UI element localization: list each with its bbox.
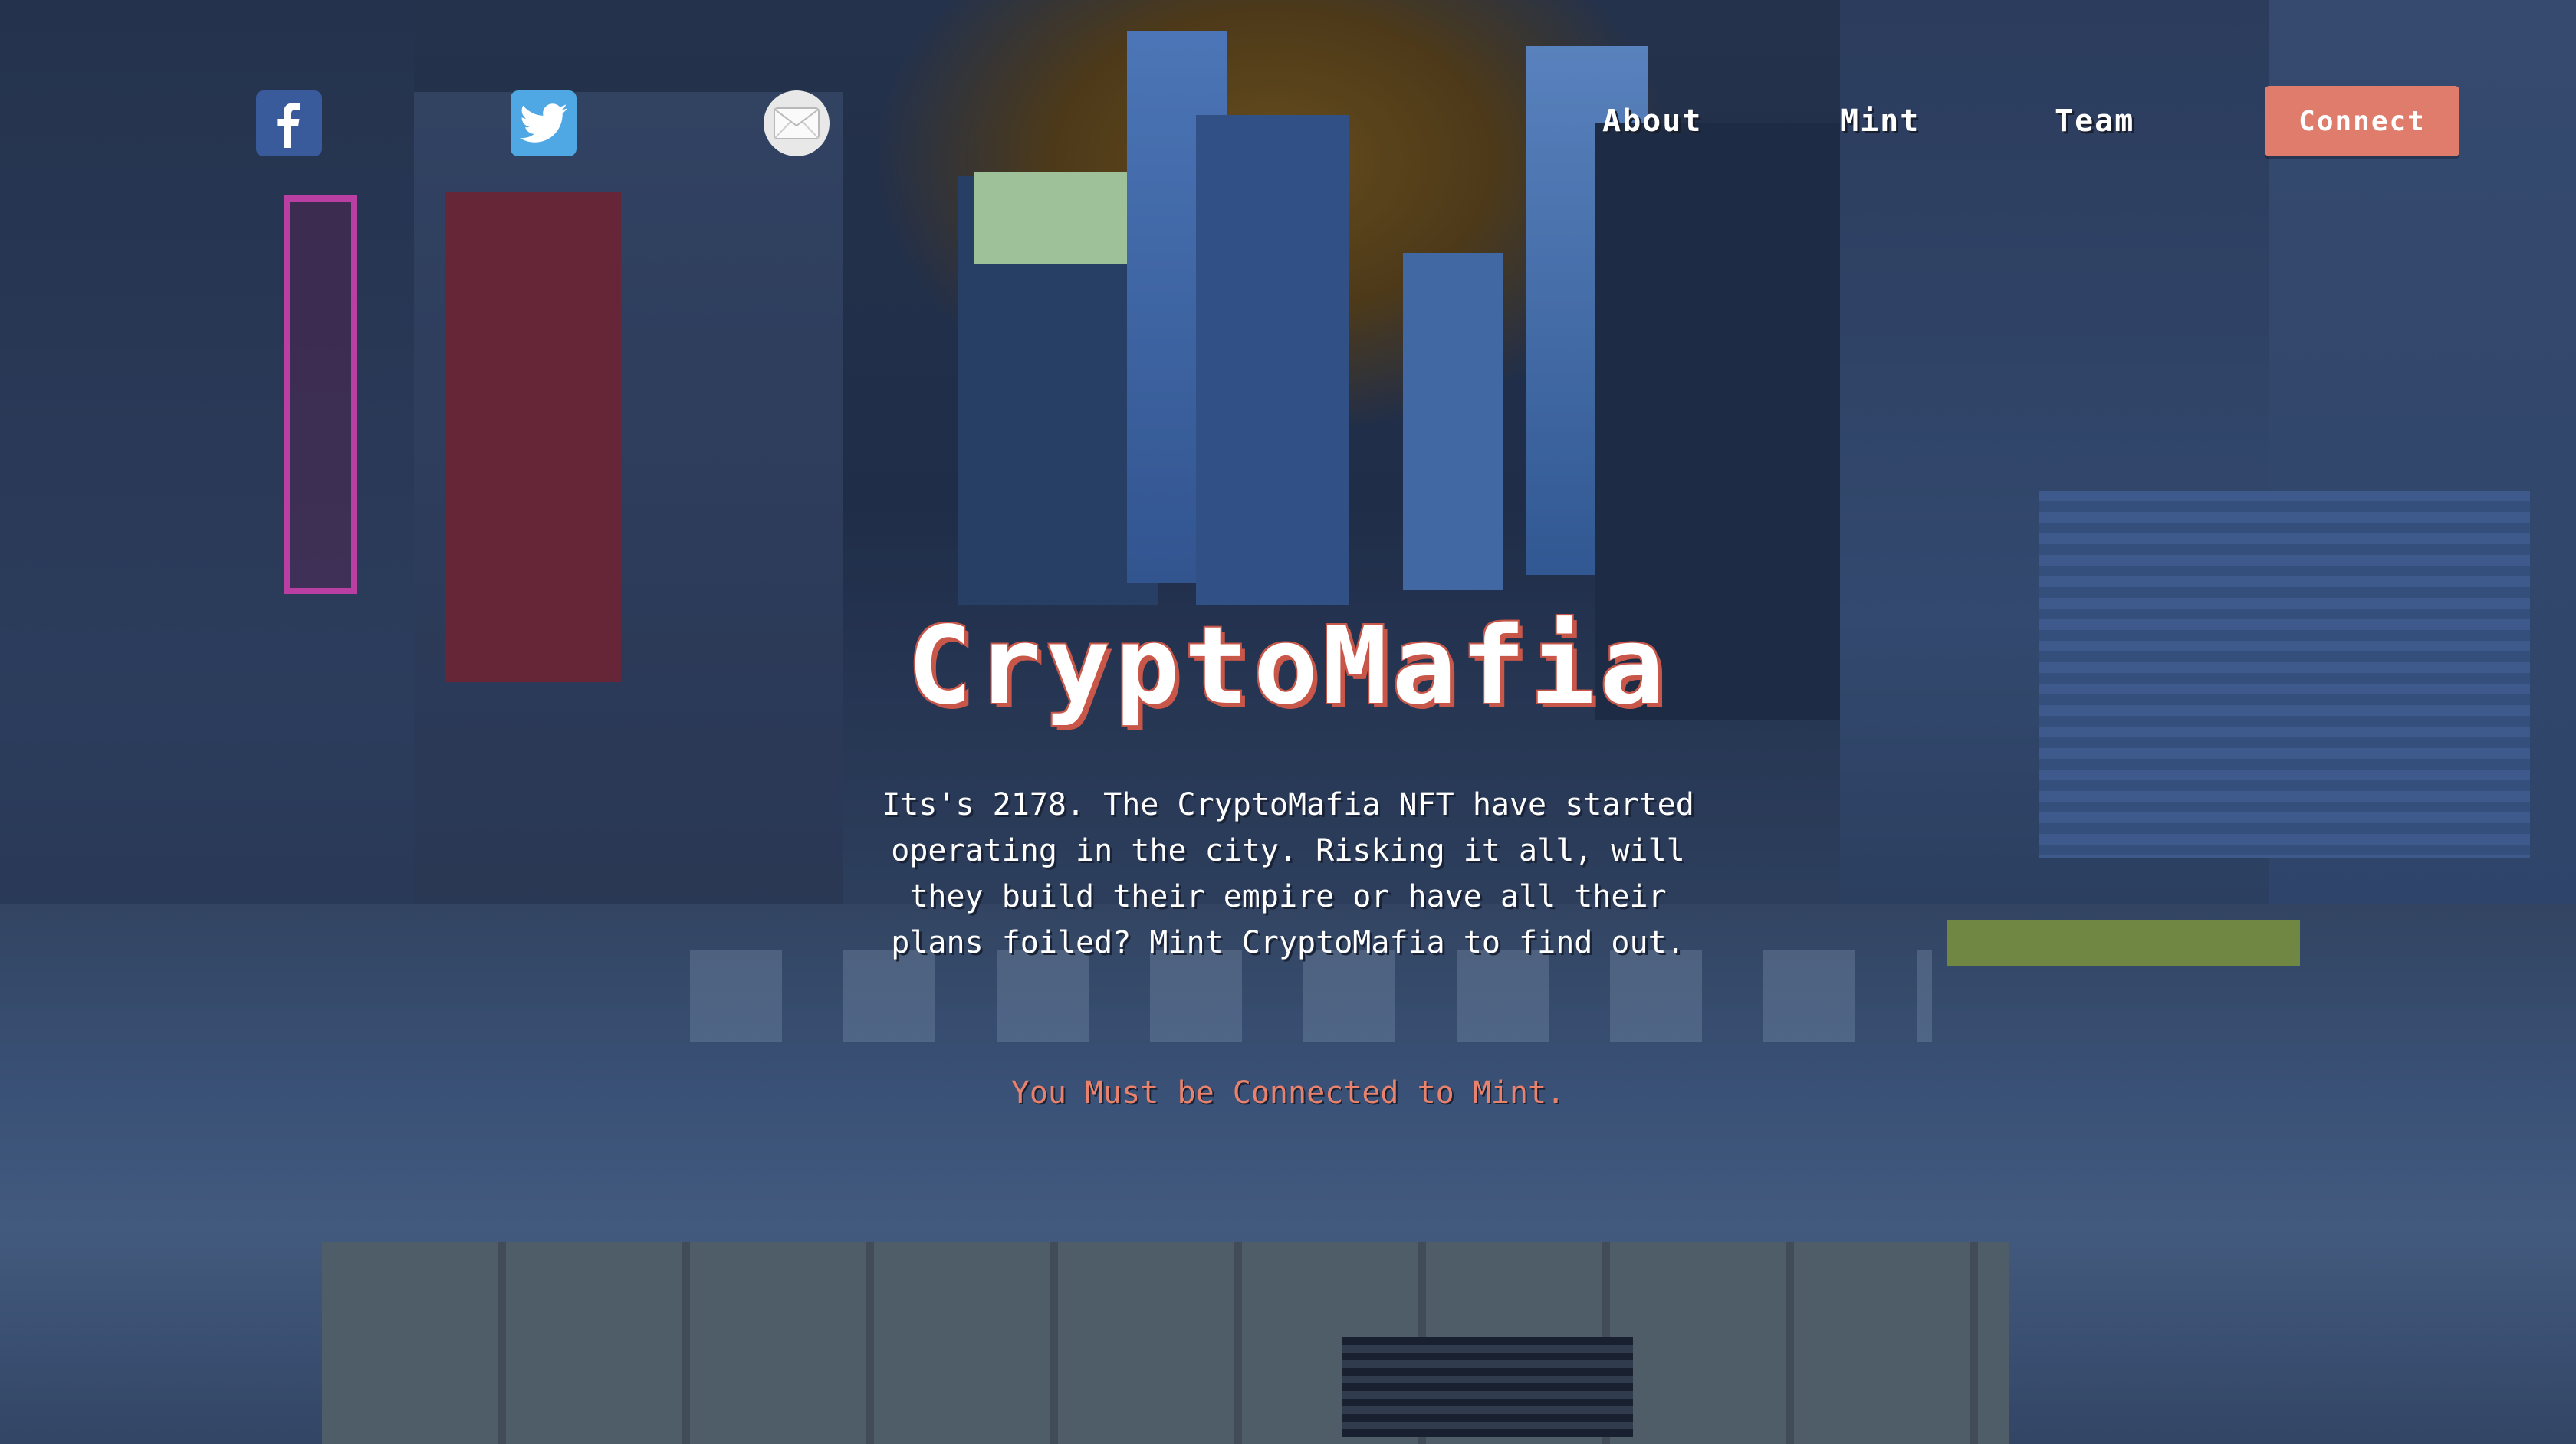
twitter-button[interactable] xyxy=(511,90,577,156)
hero-description: Its's 2178. The CryptoMafia NFT have sta… xyxy=(882,787,1694,960)
email-button[interactable] xyxy=(764,90,830,156)
twitter-icon xyxy=(520,103,567,143)
nav-mint[interactable]: Mint xyxy=(1840,100,1920,143)
nav-team[interactable]: Team xyxy=(2055,100,2134,143)
nav-about[interactable]: About xyxy=(1602,100,1702,143)
connect-button[interactable]: Connect xyxy=(2265,86,2459,156)
facebook-button[interactable] xyxy=(256,90,322,156)
hero-title: CryptoMafia xyxy=(907,604,1669,729)
mint-status-message: You Must be Connected to Mint. xyxy=(1010,1075,1566,1111)
facebook-icon xyxy=(277,103,300,148)
page-background: About Mint Team Connect CryptoMafia Its'… xyxy=(0,0,2576,1444)
mail-icon xyxy=(774,107,820,139)
